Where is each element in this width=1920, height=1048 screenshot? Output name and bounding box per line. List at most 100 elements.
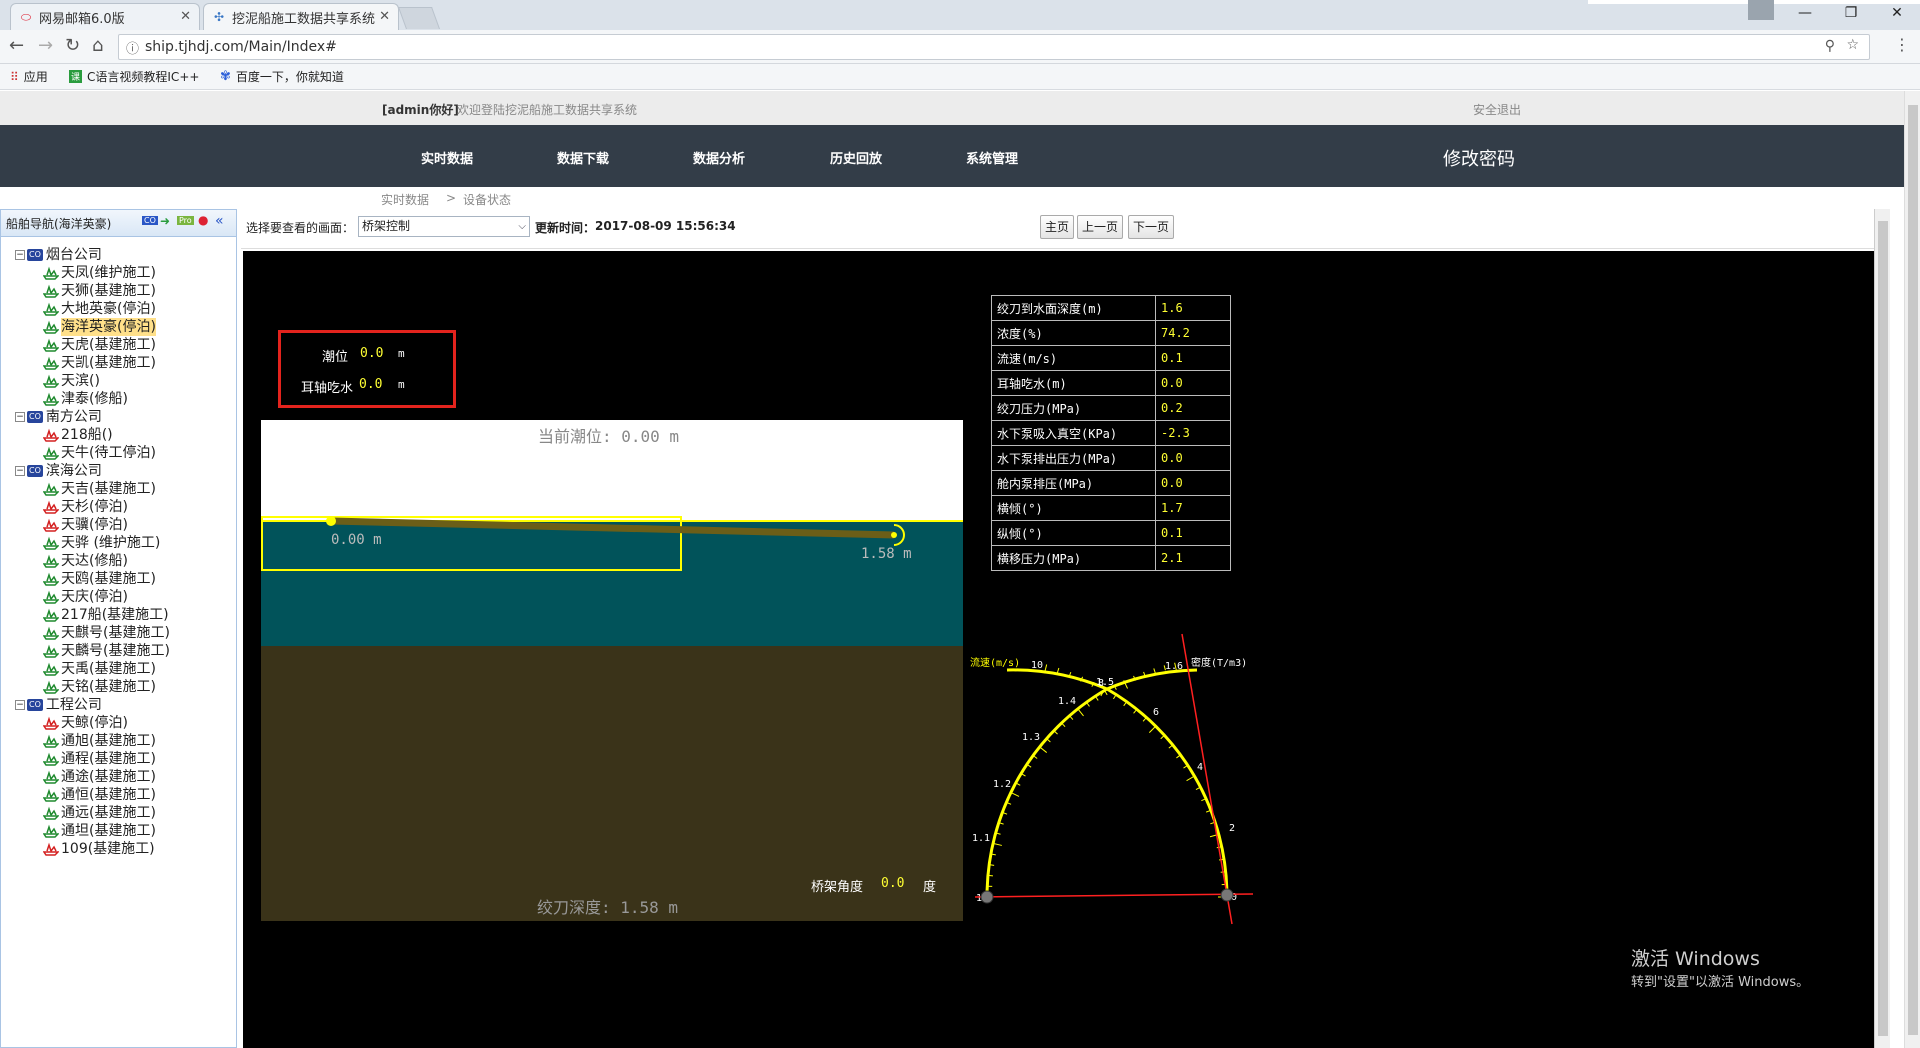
bookmark-label: 应用 bbox=[23, 70, 48, 84]
ladder-arm bbox=[330, 517, 895, 539]
ship-icon bbox=[43, 266, 59, 280]
ship-item[interactable]: 217船(基建施工) bbox=[1, 606, 236, 624]
ship-icon bbox=[43, 554, 59, 568]
ship-item[interactable]: 通途(基建施工) bbox=[1, 768, 236, 786]
restore-button[interactable]: ❐ bbox=[1828, 0, 1874, 26]
ship-item[interactable]: 通坦(基建施工) bbox=[1, 822, 236, 840]
ship-item[interactable]: 天骅 (维护施工) bbox=[1, 534, 236, 552]
collapse-toggle-icon[interactable]: − bbox=[15, 412, 25, 422]
sensor-row: 横倾(°) 1.7 bbox=[991, 495, 1231, 521]
ship-item[interactable]: 天麟号(基建施工) bbox=[1, 642, 236, 660]
ship-item[interactable]: 天凯(基建施工) bbox=[1, 354, 236, 372]
key-icon[interactable]: ⚲ bbox=[1825, 38, 1835, 54]
inner-scrollbar[interactable] bbox=[1874, 209, 1890, 1048]
nav-analysis[interactable]: 数据分析 bbox=[693, 148, 745, 167]
tree-group[interactable]: − CO 烟台公司 bbox=[1, 246, 236, 264]
home-icon[interactable]: ⌂ bbox=[92, 35, 103, 56]
draft-value: 0.0 bbox=[359, 377, 383, 392]
breadcrumb-root[interactable]: 实时数据 bbox=[381, 191, 429, 208]
ship-item[interactable]: 天麒号(基建施工) bbox=[1, 624, 236, 642]
ship-item[interactable]: 天虎(基建施工) bbox=[1, 336, 236, 354]
close-icon[interactable]: ✕ bbox=[180, 9, 191, 24]
bookmark-c-tutorial[interactable]: 课 C语言视频教程IC++ bbox=[69, 68, 199, 85]
nav-system[interactable]: 系统管理 bbox=[966, 148, 1018, 167]
sensor-name: 舱内泵排压(MPa) bbox=[991, 470, 1156, 496]
ship-icon bbox=[43, 680, 59, 694]
ship-item[interactable]: 通程(基建施工) bbox=[1, 750, 236, 768]
nav-history[interactable]: 历史回放 bbox=[830, 148, 882, 167]
bookmark-apps[interactable]: ⠿ 应用 bbox=[10, 68, 48, 85]
tab-mail[interactable]: ⬭ 网易邮箱6.0版 ✕ bbox=[10, 3, 200, 30]
collapse-toggle-icon[interactable]: − bbox=[15, 250, 25, 260]
tree-group[interactable]: − CO 工程公司 bbox=[1, 696, 236, 714]
ship-item[interactable]: 天狮(基建施工) bbox=[1, 282, 236, 300]
nav-realtime[interactable]: 实时数据 bbox=[421, 148, 473, 167]
ship-item[interactable]: 109(基建施工) bbox=[1, 840, 236, 858]
ship-item[interactable]: 天杉(停泊) bbox=[1, 498, 236, 516]
bookmark-baidu[interactable]: ✾ 百度一下，你就知道 bbox=[220, 68, 344, 85]
density-tick-label: 1.3 bbox=[1022, 732, 1040, 743]
menu-icon[interactable]: ⋮ bbox=[1894, 35, 1910, 54]
address-bar[interactable]: ⓘ ship.tjhdj.com/Main/Index# ⚲ ☆ bbox=[118, 34, 1870, 60]
ship-item[interactable]: 天滨() bbox=[1, 372, 236, 390]
bookmark-star-icon[interactable]: ☆ bbox=[1846, 37, 1859, 53]
ship-item[interactable]: 218船() bbox=[1, 426, 236, 444]
main-nav: 实时数据 数据下载 数据分析 历史回放 系统管理 修改密码 bbox=[0, 125, 1904, 187]
tab-ship-system[interactable]: ✣ 挖泥船施工数据共享系统 ✕ bbox=[203, 3, 399, 30]
ship-label: 天骅 (维护施工) bbox=[61, 535, 161, 551]
group-label: 南方公司 bbox=[45, 409, 102, 425]
tree-group[interactable]: − CO 南方公司 bbox=[1, 408, 236, 426]
ship-label: 天牛(待工停泊) bbox=[61, 445, 156, 461]
ship-item[interactable]: 天骥(停泊) bbox=[1, 516, 236, 534]
collapse-toggle-icon[interactable]: − bbox=[15, 466, 25, 476]
ship-icon bbox=[43, 536, 59, 550]
close-icon[interactable]: ✕ bbox=[379, 9, 390, 24]
home-page-button[interactable]: 主页 bbox=[1040, 215, 1075, 239]
ship-item[interactable]: 天牛(待工停泊) bbox=[1, 444, 236, 462]
ship-item[interactable]: 天鸥(基建施工) bbox=[1, 570, 236, 588]
ship-label: 天狮(基建施工) bbox=[61, 283, 156, 299]
ship-icon[interactable]: ➜ bbox=[160, 214, 170, 228]
page-scrollbar[interactable] bbox=[1904, 91, 1920, 1048]
ship-item[interactable]: 大地英豪(停泊) bbox=[1, 300, 236, 318]
ship-item[interactable]: 天庆(停泊) bbox=[1, 588, 236, 606]
next-page-button[interactable]: 下一页 bbox=[1128, 215, 1175, 239]
new-tab-button[interactable] bbox=[397, 7, 441, 29]
ship-item[interactable]: 天达(修船) bbox=[1, 552, 236, 570]
collapse-toggle-icon[interactable]: − bbox=[15, 700, 25, 710]
ship-item[interactable]: 津泰(修船) bbox=[1, 390, 236, 408]
ship-item[interactable]: 天禹(基建施工) bbox=[1, 660, 236, 678]
prev-page-button[interactable]: 上一页 bbox=[1077, 215, 1124, 239]
ship-item[interactable]: 通旭(基建施工) bbox=[1, 732, 236, 750]
logout-link[interactable]: 安全退出 bbox=[1473, 101, 1521, 118]
ship-item[interactable]: 通远(基建施工) bbox=[1, 804, 236, 822]
ship-label: 217船(基建施工) bbox=[61, 607, 169, 623]
tree-group[interactable]: − CO 滨海公司 bbox=[1, 462, 236, 480]
ship-icon bbox=[43, 806, 59, 820]
ship-item[interactable]: 天鲸(停泊) bbox=[1, 714, 236, 732]
ship-item[interactable]: 海洋英豪(停泊) bbox=[1, 318, 236, 336]
nav-download[interactable]: 数据下载 bbox=[557, 148, 609, 167]
window-close-button[interactable]: ✕ bbox=[1874, 0, 1920, 26]
screen-select[interactable]: 桥架控制 ⌵ bbox=[358, 216, 530, 237]
change-password-link[interactable]: 修改密码 bbox=[1443, 145, 1515, 171]
pro-icon[interactable]: Pro bbox=[177, 216, 194, 225]
company-icon[interactable]: CO bbox=[142, 216, 158, 225]
ship-item[interactable]: 天铭(基建施工) bbox=[1, 678, 236, 696]
chevron-down-icon: ⌵ bbox=[518, 221, 526, 232]
mail-favicon-icon: ⬭ bbox=[20, 9, 32, 24]
forward-icon[interactable]: → bbox=[38, 35, 53, 56]
back-icon[interactable]: ← bbox=[9, 35, 24, 56]
collapse-icon[interactable]: « bbox=[215, 213, 224, 229]
right-pivot bbox=[1220, 888, 1234, 902]
sensor-name: 流速(m/s) bbox=[991, 345, 1156, 371]
group-label: 工程公司 bbox=[45, 697, 102, 713]
profile-icon[interactable] bbox=[1748, 0, 1774, 20]
ship-item[interactable]: 天吉(基建施工) bbox=[1, 480, 236, 498]
location-pin-icon[interactable]: ● bbox=[198, 213, 208, 227]
ship-item[interactable]: 通恒(基建施工) bbox=[1, 786, 236, 804]
velocity-tick-label: 2 bbox=[1229, 823, 1235, 834]
ship-item[interactable]: 天凤(维护施工) bbox=[1, 264, 236, 282]
minimize-button[interactable]: — bbox=[1782, 0, 1828, 26]
reload-icon[interactable]: ↻ bbox=[65, 35, 80, 56]
